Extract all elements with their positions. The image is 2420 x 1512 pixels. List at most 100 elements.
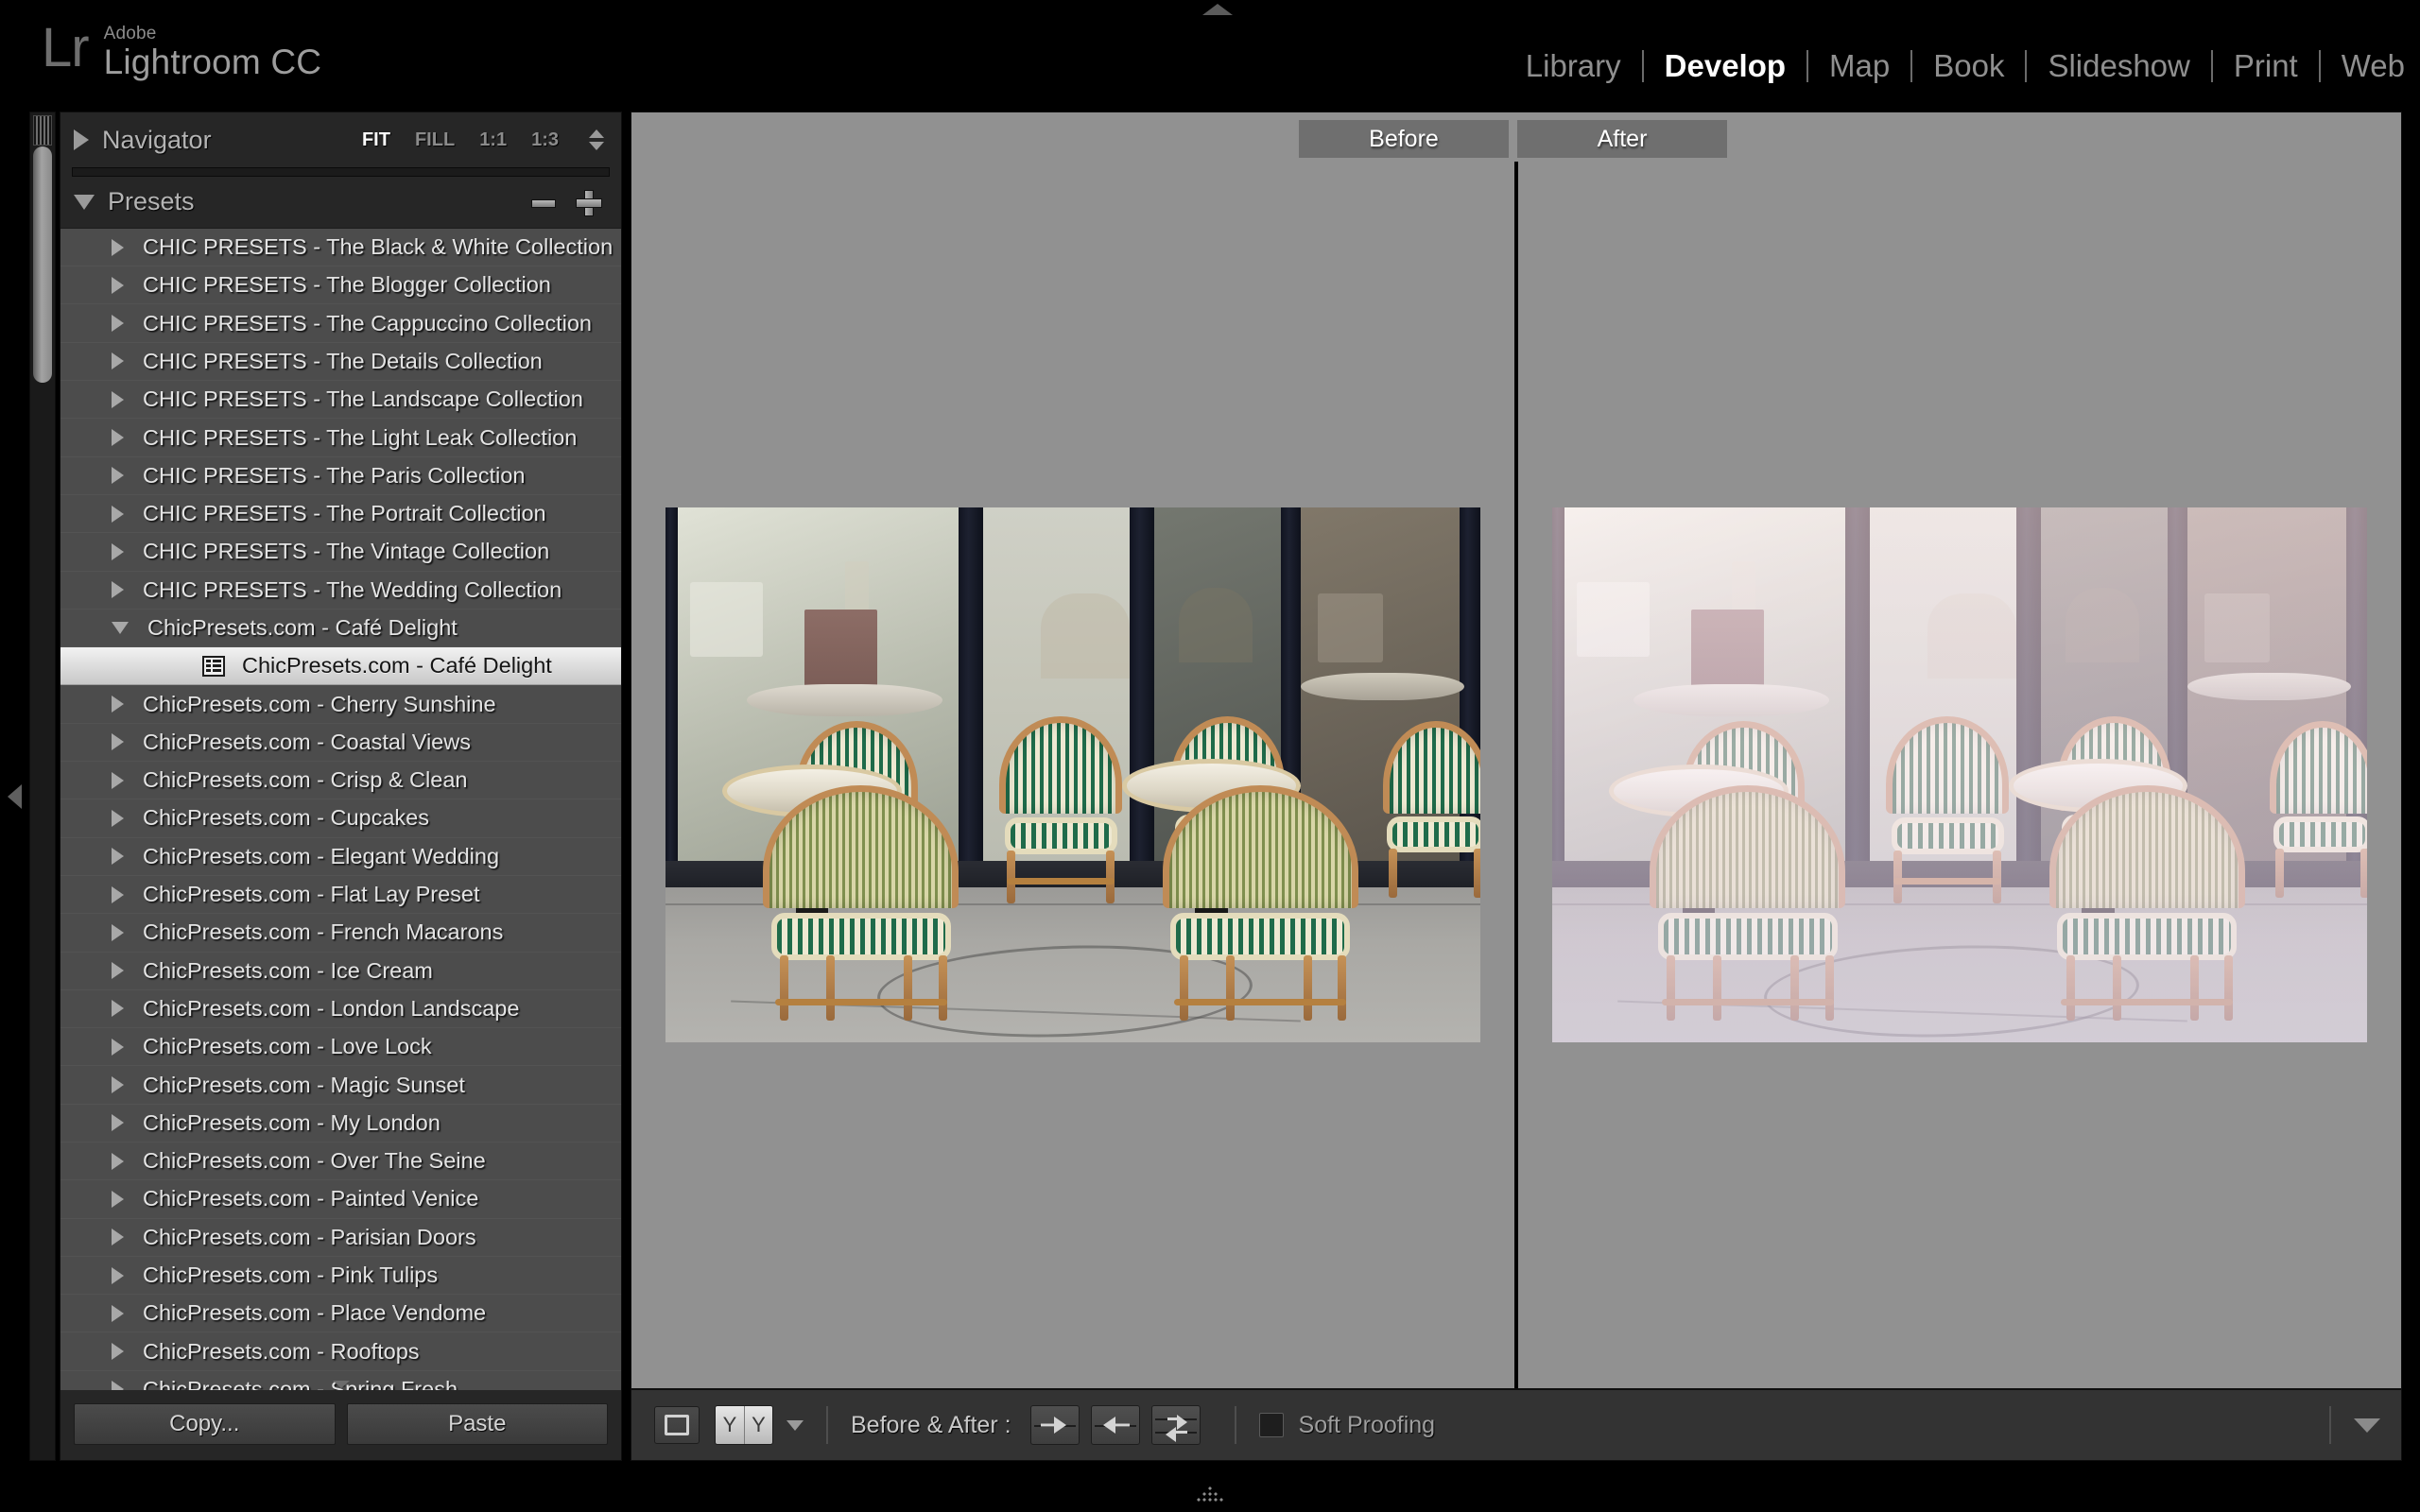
preset-group-row[interactable]: CHIC PRESETS - The Light Leak Collection [60,419,621,457]
preset-group-row[interactable]: CHIC PRESETS - The Wedding Collection [60,572,621,610]
add-preset-button[interactable] [576,189,602,216]
preset-group-row[interactable]: ChicPresets.com - Elegant Wedding [60,838,621,876]
loupe-view-button[interactable] [654,1406,700,1444]
disclosure-triangle-icon[interactable] [112,1190,124,1208]
before-pane[interactable] [631,162,1514,1388]
preset-group-row[interactable]: ChicPresets.com - Cherry Sunshine [60,685,621,724]
module-web[interactable]: Web [2321,47,2420,85]
disclosure-triangle-icon[interactable] [112,1000,124,1018]
disclosure-triangle-icon[interactable] [112,923,124,941]
disclosure-triangle-icon[interactable] [112,1038,124,1056]
preset-group-row-expanded[interactable]: ChicPresets.com - Café Delight [60,610,621,648]
copy-button[interactable]: Copy... [74,1403,336,1445]
zoom-stepper[interactable] [589,129,604,150]
disclosure-triangle-icon[interactable] [112,238,124,256]
toolbar-options-chevron-down-icon[interactable] [2354,1418,2380,1433]
preset-group-row[interactable]: ChicPresets.com - French Macarons [60,914,621,953]
copy-before-to-after-button[interactable] [1029,1405,1080,1445]
top-panel-collapse-arrow-icon[interactable] [1202,4,1233,15]
preset-group-row[interactable]: ChicPresets.com - Crisp & Clean [60,762,621,800]
preset-group-row[interactable]: ChicPresets.com - Ice Cream [60,953,621,990]
disclosure-triangle-icon[interactable] [112,1266,124,1284]
swap-before-after-button[interactable] [1150,1405,1201,1445]
preset-group-row[interactable]: ChicPresets.com - Rooftops [60,1332,621,1371]
remove-preset-button[interactable] [530,190,556,215]
preset-group-row[interactable]: ChicPresets.com - Love Lock [60,1028,621,1067]
zoom-1-3-button[interactable]: 1:3 [531,129,559,151]
disclosure-triangle-icon[interactable] [112,733,124,751]
disclosure-triangle-icon[interactable] [112,581,124,599]
chevron-down-icon[interactable] [589,142,604,150]
preset-group-row[interactable]: ChicPresets.com - Over The Seine [60,1143,621,1181]
preset-group-row[interactable]: ChicPresets.com - Parisian Doors [60,1219,621,1257]
module-slideshow[interactable]: Slideshow [2027,47,2210,85]
presets-header[interactable]: Presets [60,177,621,228]
copy-after-to-before-button[interactable] [1090,1405,1140,1445]
disclosure-triangle-icon[interactable] [112,390,124,408]
filmstrip-expand-handle-icon[interactable] [1188,1486,1232,1506]
preset-group-row[interactable]: CHIC PRESETS - The Details Collection [60,343,621,382]
preset-group-row[interactable]: ChicPresets.com - Cupcakes [60,799,621,838]
module-print[interactable]: Print [2213,47,2319,85]
disclosure-triangle-icon[interactable] [112,1381,124,1390]
soft-proofing-checkbox[interactable] [1258,1413,1284,1437]
presets-list[interactable]: CHIC PRESETS - The Black & White Collect… [60,227,621,1390]
scrollbar-thumb[interactable] [33,146,52,383]
preset-group-row[interactable]: ChicPresets.com - Flat Lay Preset [60,876,621,915]
preset-group-row[interactable]: ChicPresets.com - Magic Sunset [60,1066,621,1105]
disclosure-triangle-icon[interactable] [112,1304,124,1322]
disclosure-triangle-icon[interactable] [112,276,124,294]
paste-button[interactable]: Paste [346,1403,608,1445]
preset-group-row[interactable]: ChicPresets.com - Pink Tulips [60,1257,621,1296]
presets-list-collapse-icon[interactable] [332,1381,350,1388]
disclosure-triangle-icon[interactable] [112,467,124,485]
disclosure-triangle-icon[interactable] [112,1114,124,1132]
disclosure-triangle-icon[interactable] [112,696,124,713]
left-panel-scrollbar[interactable] [29,112,56,1461]
disclosure-triangle-icon[interactable] [112,505,124,523]
chevron-down-icon[interactable] [74,194,95,210]
zoom-fit-button[interactable]: FIT [362,129,390,151]
preset-group-row[interactable]: CHIC PRESETS - The Blogger Collection [60,266,621,305]
disclosure-triangle-icon[interactable] [112,885,124,903]
module-develop[interactable]: Develop [1644,47,1806,85]
preset-group-row[interactable]: CHIC PRESETS - The Black & White Collect… [60,229,621,267]
navigator-header[interactable]: Navigator FIT FILL 1:1 1:3 [60,112,621,167]
disclosure-triangle-icon[interactable] [112,809,124,827]
preset-group-row[interactable]: CHIC PRESETS - The Paris Collection [60,457,621,495]
view-mode-chevron-down-icon[interactable] [786,1419,804,1431]
preset-group-row[interactable]: CHIC PRESETS - The Portrait Collection [60,495,621,534]
zoom-fill-button[interactable]: FILL [415,129,455,151]
preset-item-selected[interactable]: ChicPresets.com - Café Delight [60,647,621,686]
after-pane[interactable] [1518,162,2401,1388]
disclosure-triangle-open-icon[interactable] [112,621,129,634]
preset-group-row[interactable]: CHIC PRESETS - The Vintage Collection [60,533,621,572]
disclosure-triangle-icon[interactable] [112,315,124,333]
module-map[interactable]: Map [1808,47,1910,85]
disclosure-triangle-icon[interactable] [112,1076,124,1094]
disclosure-triangle-icon[interactable] [112,1152,124,1170]
chevron-right-icon[interactable] [74,129,89,150]
preset-group-row[interactable]: ChicPresets.com - Place Vendome [60,1295,621,1333]
before-after-view-button[interactable]: Y Y [715,1405,773,1445]
disclosure-triangle-icon[interactable] [112,962,124,980]
preset-group-row[interactable]: CHIC PRESETS - The Cappuccino Collection [60,304,621,343]
disclosure-triangle-icon[interactable] [112,352,124,370]
preset-group-row[interactable]: CHIC PRESETS - The Landscape Collection [60,381,621,420]
preset-group-row[interactable]: ChicPresets.com - My London [60,1105,621,1143]
module-book[interactable]: Book [1912,47,2025,85]
zoom-1-1-button[interactable]: 1:1 [479,129,507,151]
chevron-up-icon[interactable] [589,129,604,138]
disclosure-triangle-icon[interactable] [112,1343,124,1361]
disclosure-triangle-icon[interactable] [112,848,124,866]
scrollbar-grip-icon[interactable] [33,115,52,146]
preset-group-row[interactable]: ChicPresets.com - Coastal Views [60,724,621,763]
module-library[interactable]: Library [1505,47,1642,85]
left-panel-toggle-arrow-icon[interactable] [8,784,22,809]
disclosure-triangle-icon[interactable] [112,542,124,560]
preset-group-row[interactable]: ChicPresets.com - London Landscape [60,990,621,1029]
disclosure-triangle-icon[interactable] [112,1228,124,1246]
preset-group-row[interactable]: ChicPresets.com - Painted Venice [60,1180,621,1219]
disclosure-triangle-icon[interactable] [112,771,124,789]
disclosure-triangle-icon[interactable] [112,429,124,446]
